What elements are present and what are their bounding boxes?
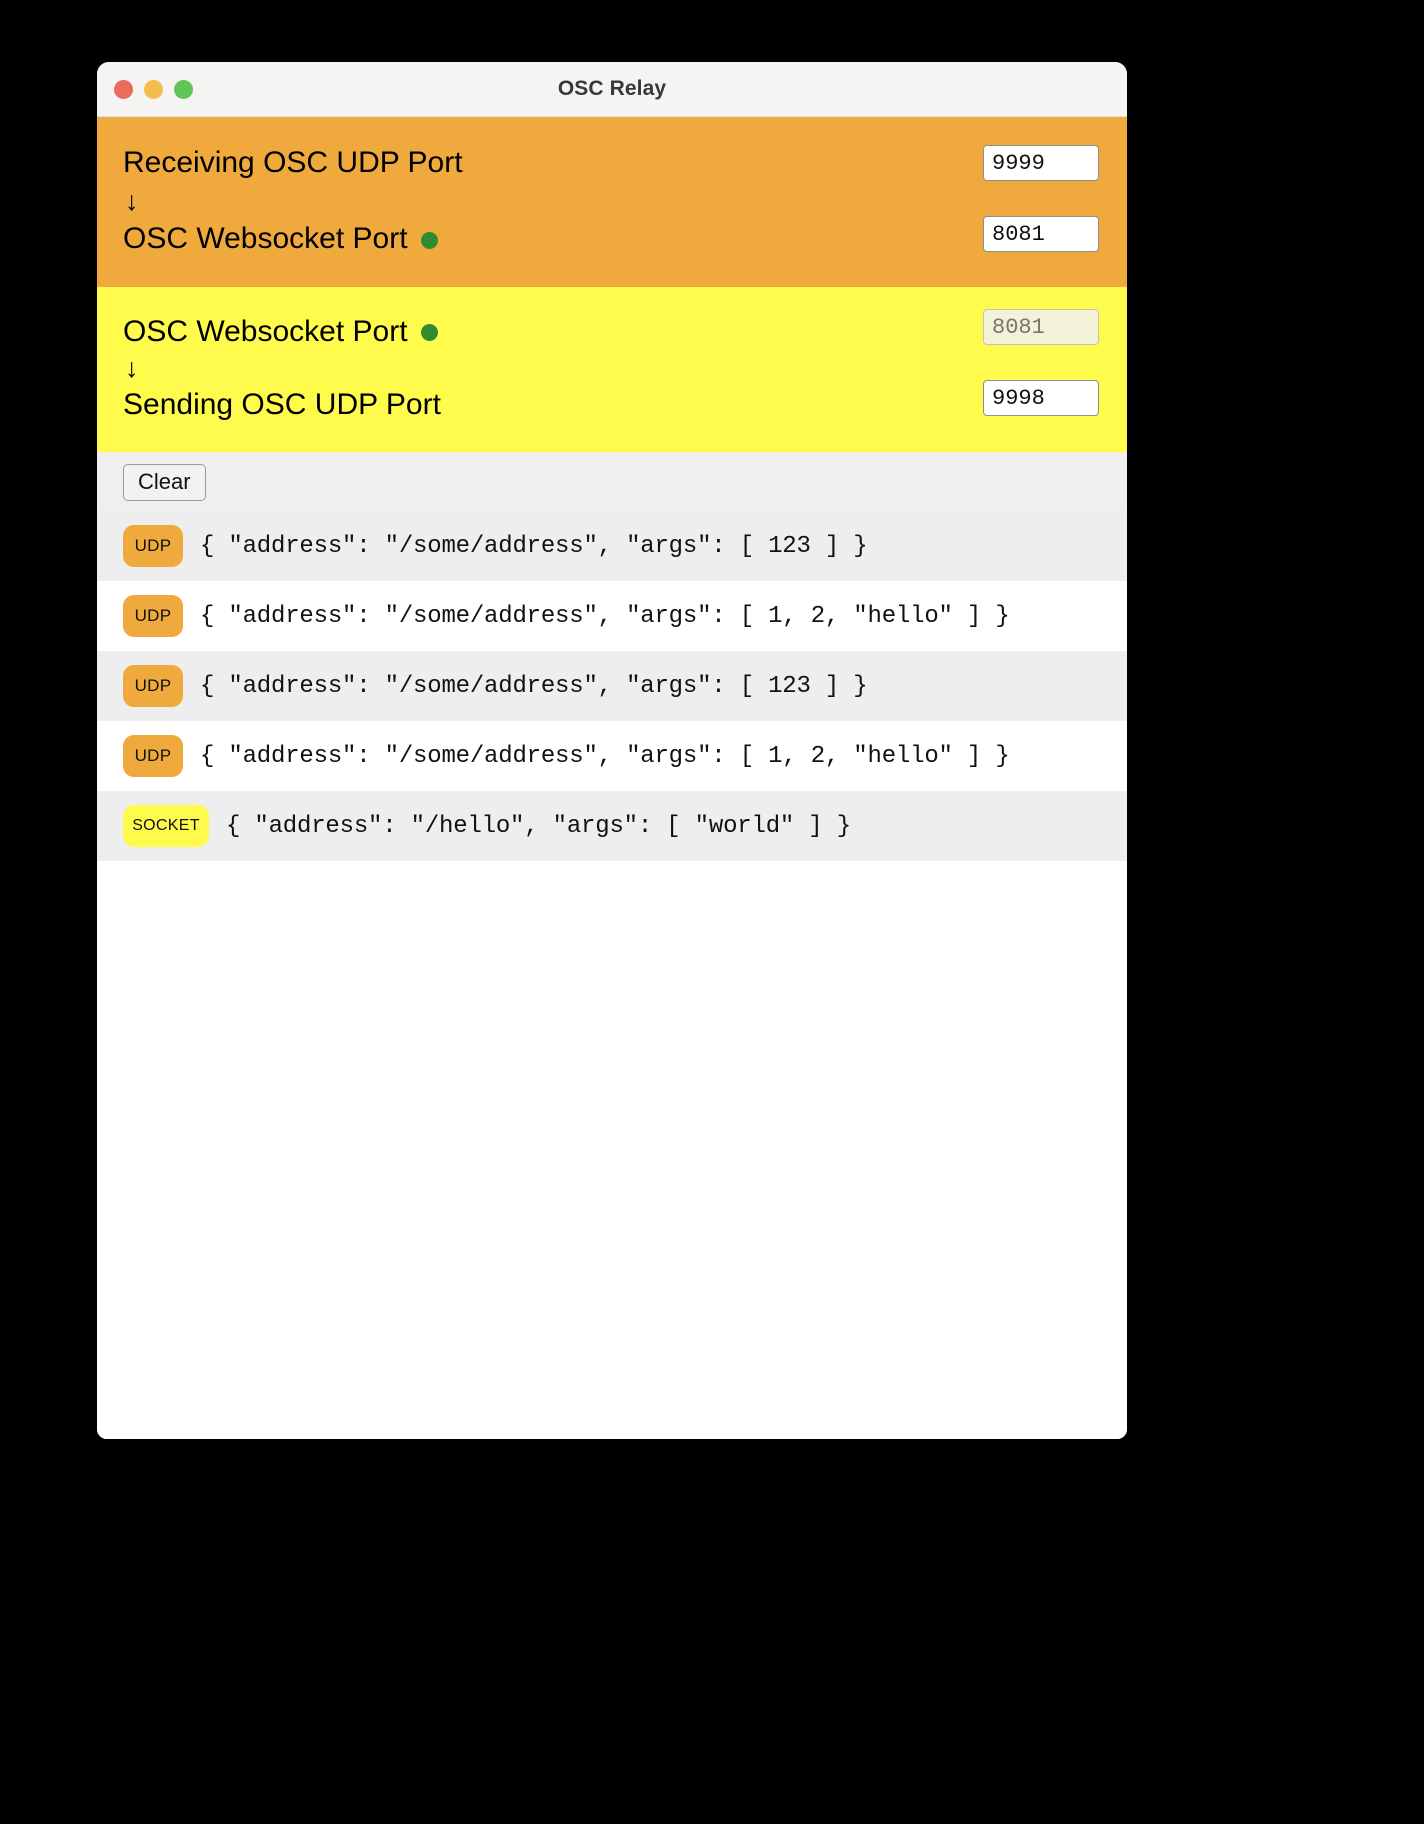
outgoing-target-label: Sending OSC UDP Port	[123, 388, 441, 421]
outgoing-relay-panel: OSC Websocket Port ↓ Sending OSC UDP Por…	[97, 287, 1127, 452]
outgoing-source-label-group: OSC Websocket Port	[123, 314, 438, 348]
log-badge-udp: UDP	[123, 665, 183, 708]
log-message: { "address": "/some/address", "args": [ …	[200, 742, 1010, 770]
app-window: OSC Relay Receiving OSC UDP Port ↓ OSC W…	[97, 62, 1127, 1439]
incoming-source-row: Receiving OSC UDP Port	[123, 141, 1097, 185]
log-badge-udp: UDP	[123, 735, 183, 778]
log-row: UDP { "address": "/some/address", "args":…	[97, 651, 1127, 722]
outgoing-arrow-icon: ↓	[125, 353, 139, 383]
log-row: SOCKET { "address": "/hello", "args": [ "…	[97, 791, 1127, 862]
outgoing-target-row: Sending OSC UDP Port	[123, 384, 1097, 426]
incoming-target-row: OSC Websocket Port	[123, 217, 1097, 261]
close-window-button[interactable]	[114, 79, 133, 99]
outgoing-labels: OSC Websocket Port ↓ Sending OSC UDP Por…	[123, 311, 1097, 426]
sending-udp-port-input[interactable]	[983, 380, 1099, 416]
window-title: OSC Relay	[557, 77, 667, 100]
incoming-target-label: OSC Websocket Port	[123, 222, 408, 256]
window-titlebar: OSC Relay	[97, 62, 1127, 117]
incoming-target-label-group: OSC Websocket Port	[123, 224, 438, 254]
log-badge-udp: UDP	[123, 595, 183, 638]
incoming-arrow-icon: ↓	[125, 185, 139, 216]
log-empty-space	[97, 861, 1127, 1439]
log-entry-list: UDP { "address": "/some/address", "args":…	[97, 511, 1127, 862]
outgoing-websocket-status-dot-icon	[420, 324, 438, 342]
log-message: { "address": "/hello", "args": [ "world"…	[226, 812, 851, 840]
websocket-status-dot-icon	[420, 231, 438, 249]
log-message: { "address": "/some/address", "args": [ …	[200, 602, 1010, 630]
log-message: { "address": "/some/address", "args": [ …	[200, 672, 868, 700]
incoming-websocket-port-input[interactable]	[983, 216, 1099, 252]
receiving-udp-port-input[interactable]	[983, 145, 1099, 181]
message-log-area: Clear UDP { "address": "/some/address", "…	[97, 452, 1127, 1439]
clear-log-button[interactable]: Clear	[123, 464, 206, 502]
log-row: UDP { "address": "/some/address", "args":…	[97, 581, 1127, 652]
log-row: UDP { "address": "/some/address", "args":…	[97, 721, 1127, 792]
outgoing-source-label: OSC Websocket Port	[123, 314, 408, 348]
log-row: UDP { "address": "/some/address", "args":…	[97, 511, 1127, 582]
log-badge-udp: UDP	[123, 525, 183, 568]
log-message: { "address": "/some/address", "args": [ …	[200, 532, 868, 560]
maximize-window-button[interactable]	[174, 79, 193, 99]
incoming-labels: Receiving OSC UDP Port ↓ OSC Websocket P…	[123, 141, 1097, 261]
traffic-light-group	[114, 79, 193, 99]
log-badge-socket: SOCKET	[123, 805, 209, 848]
outgoing-websocket-port-input	[983, 309, 1099, 345]
log-toolbar: Clear	[97, 452, 1127, 512]
incoming-relay-panel: Receiving OSC UDP Port ↓ OSC Websocket P…	[97, 117, 1127, 287]
outgoing-source-row: OSC Websocket Port	[123, 311, 1097, 353]
incoming-source-label: Receiving OSC UDP Port	[123, 145, 463, 179]
minimize-window-button[interactable]	[144, 79, 163, 99]
